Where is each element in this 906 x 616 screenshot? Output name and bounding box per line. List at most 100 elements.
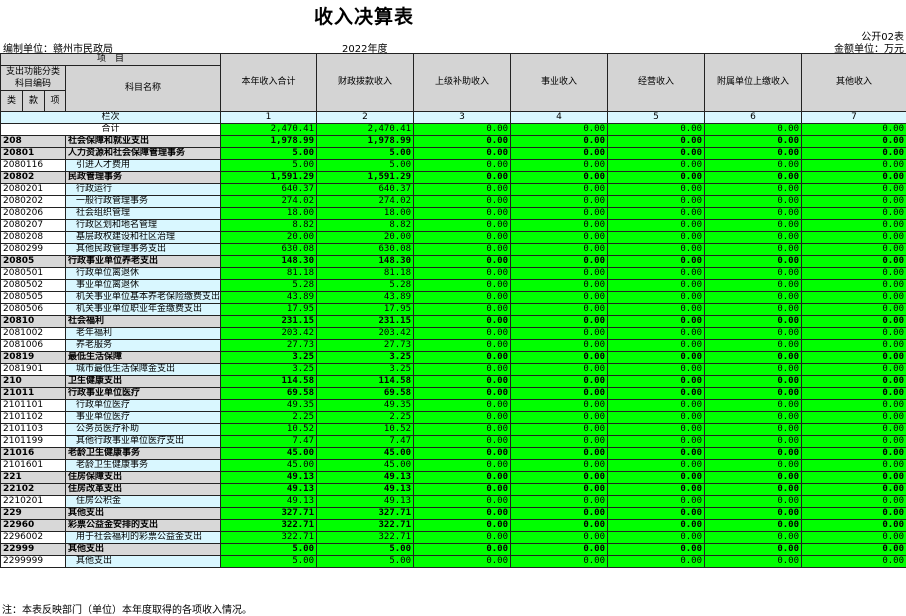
row-other-income: 0.00 (801, 387, 906, 400)
lei-header: 类 (0, 90, 23, 112)
table-row: 2080202 一般行政管理事务 274.02 274.02 0.00 0.00 0.00 0… (0, 195, 906, 208)
row-operating-income: 0.00 (607, 411, 706, 424)
row-operating-income: 0.00 (607, 459, 706, 472)
row-other-income: 0.00 (801, 399, 906, 412)
row-affiliated-income: 0.00 (704, 147, 803, 160)
row-subject-name: 城市最低生活保障金支出 (64, 363, 222, 376)
table-row: 21016 老龄卫生健康事务 45.00 45.00 0.00 0.00 0.00 0.00 0… (0, 447, 906, 460)
row-affiliated-income: 0.00 (704, 255, 803, 268)
row-operating-income: 0.00 (607, 315, 706, 328)
report-title: 收入决算表 (313, 6, 414, 28)
row-operating-income: 0.00 (607, 471, 706, 484)
row-operating-income: 0.00 (607, 303, 706, 316)
row-affiliated-income: 0.00 (704, 531, 803, 544)
row-subject-name: 行政单位离退休 (64, 267, 222, 280)
table-row: 2080207 行政区划和地名管理 8.82 8.82 0.00 0.00 0.00 0.00… (0, 219, 906, 232)
index-7: 7 (801, 111, 906, 124)
row-other-income: 0.00 (801, 159, 906, 172)
row-business-income: 0.00 (510, 135, 609, 148)
row-subject-name: 彩票公益金安排的支出 (64, 519, 222, 532)
row-subject-name: 用于社会福利的彩票公益金支出 (64, 531, 222, 544)
row-affiliated-income: 0.00 (704, 363, 803, 376)
row-operating-income: 0.00 (607, 255, 706, 268)
row-subject-name: 其他行政事业单位医疗支出 (64, 435, 222, 448)
row-affiliated-income: 0.00 (704, 279, 803, 292)
row-business-income: 0.00 (510, 147, 609, 160)
table-row: 2080116 引进人才费用 5.00 5.00 0.00 0.00 0.00 0.00 0.0… (0, 159, 906, 172)
row-code: 2080206 (0, 207, 66, 220)
row-affiliated-income: 0.00 (704, 447, 803, 460)
table-row: 20802 民政管理事务 1,591.29 1,591.29 0.00 0.00 0.00 0… (0, 171, 906, 184)
row-subject-name: 养老服务 (64, 339, 222, 352)
row-income-total: 3.25 (220, 363, 318, 376)
total-row: 合计 2,470.41 2,470.41 0.00 0.00 0.00 0.00… (0, 123, 906, 136)
total-business: 0.00 (510, 123, 609, 136)
row-other-income: 0.00 (801, 555, 906, 568)
row-superior-income: 0.00 (413, 519, 512, 532)
row-code: 229 (0, 507, 66, 520)
row-income-total: 640.37 (220, 183, 318, 196)
row-business-income: 0.00 (510, 459, 609, 472)
table-row: 20801 人力资源和社会保障管理事务 5.00 5.00 0.00 0.00 0.00 0.… (0, 147, 906, 160)
row-superior-income: 0.00 (413, 375, 512, 388)
row-superior-income: 0.00 (413, 471, 512, 484)
row-affiliated-income: 0.00 (704, 207, 803, 220)
row-other-income: 0.00 (801, 471, 906, 484)
row-superior-income: 0.00 (413, 327, 512, 340)
row-subject-name: 一般行政管理事务 (64, 195, 222, 208)
row-subject-name: 基层政权建设和社区治理 (64, 231, 222, 244)
row-affiliated-income: 0.00 (704, 303, 803, 316)
row-superior-income: 0.00 (413, 363, 512, 376)
row-income-total: 27.73 (220, 339, 318, 352)
col-header-6: 附属单位上缴收入 (704, 53, 803, 112)
row-business-income: 0.00 (510, 471, 609, 484)
row-fiscal-income: 5.00 (316, 147, 415, 160)
row-affiliated-income: 0.00 (704, 159, 803, 172)
row-affiliated-income: 0.00 (704, 411, 803, 424)
row-income-total: 8.82 (220, 219, 318, 232)
row-affiliated-income: 0.00 (704, 375, 803, 388)
row-superior-income: 0.00 (413, 507, 512, 520)
row-business-income: 0.00 (510, 483, 609, 496)
row-operating-income: 0.00 (607, 207, 706, 220)
index-label: 栏次 (0, 111, 222, 124)
row-operating-income: 0.00 (607, 363, 706, 376)
row-business-income: 0.00 (510, 435, 609, 448)
row-other-income: 0.00 (801, 183, 906, 196)
row-fiscal-income: 3.25 (316, 351, 415, 364)
row-code: 210 (0, 375, 66, 388)
row-subject-name: 社会福利 (64, 315, 222, 328)
row-other-income: 0.00 (801, 147, 906, 160)
row-code: 20810 (0, 315, 66, 328)
row-other-income: 0.00 (801, 507, 906, 520)
row-affiliated-income: 0.00 (704, 471, 803, 484)
row-subject-name: 最低生活保障 (64, 351, 222, 364)
row-income-total: 7.47 (220, 435, 318, 448)
row-other-income: 0.00 (801, 327, 906, 340)
table-row: 2080299 其他民政管理事务支出 630.08 630.08 0.00 0.00 0.0… (0, 243, 906, 256)
row-operating-income: 0.00 (607, 387, 706, 400)
row-operating-income: 0.00 (607, 519, 706, 532)
row-code: 2080501 (0, 267, 66, 280)
row-other-income: 0.00 (801, 543, 906, 556)
row-other-income: 0.00 (801, 423, 906, 436)
row-fiscal-income: 27.73 (316, 339, 415, 352)
table-row: 2080208 基层政权建设和社区治理 20.00 20.00 0.00 0.00 0.00… (0, 231, 906, 244)
table-row: 2080502 事业单位离退休 5.28 5.28 0.00 0.00 0.00 0.00 0.… (0, 279, 906, 292)
row-fiscal-income: 43.89 (316, 291, 415, 304)
row-affiliated-income: 0.00 (704, 519, 803, 532)
row-other-income: 0.00 (801, 195, 906, 208)
row-affiliated-income: 0.00 (704, 315, 803, 328)
row-superior-income: 0.00 (413, 195, 512, 208)
row-code: 2101601 (0, 459, 66, 472)
row-business-income: 0.00 (510, 555, 609, 568)
income-table: 项 目 本年收入合计 财政拨款收入 上级补助收入 事业收入 经营收入 附属单位上… (0, 53, 906, 568)
row-other-income: 0.00 (801, 375, 906, 388)
row-superior-income: 0.00 (413, 291, 512, 304)
row-operating-income: 0.00 (607, 183, 706, 196)
row-code: 2080505 (0, 291, 66, 304)
row-operating-income: 0.00 (607, 171, 706, 184)
table-row: 20810 社会福利 231.15 231.15 0.00 0.00 0.00 0.00 0.0… (0, 315, 906, 328)
row-other-income: 0.00 (801, 351, 906, 364)
row-superior-income: 0.00 (413, 171, 512, 184)
